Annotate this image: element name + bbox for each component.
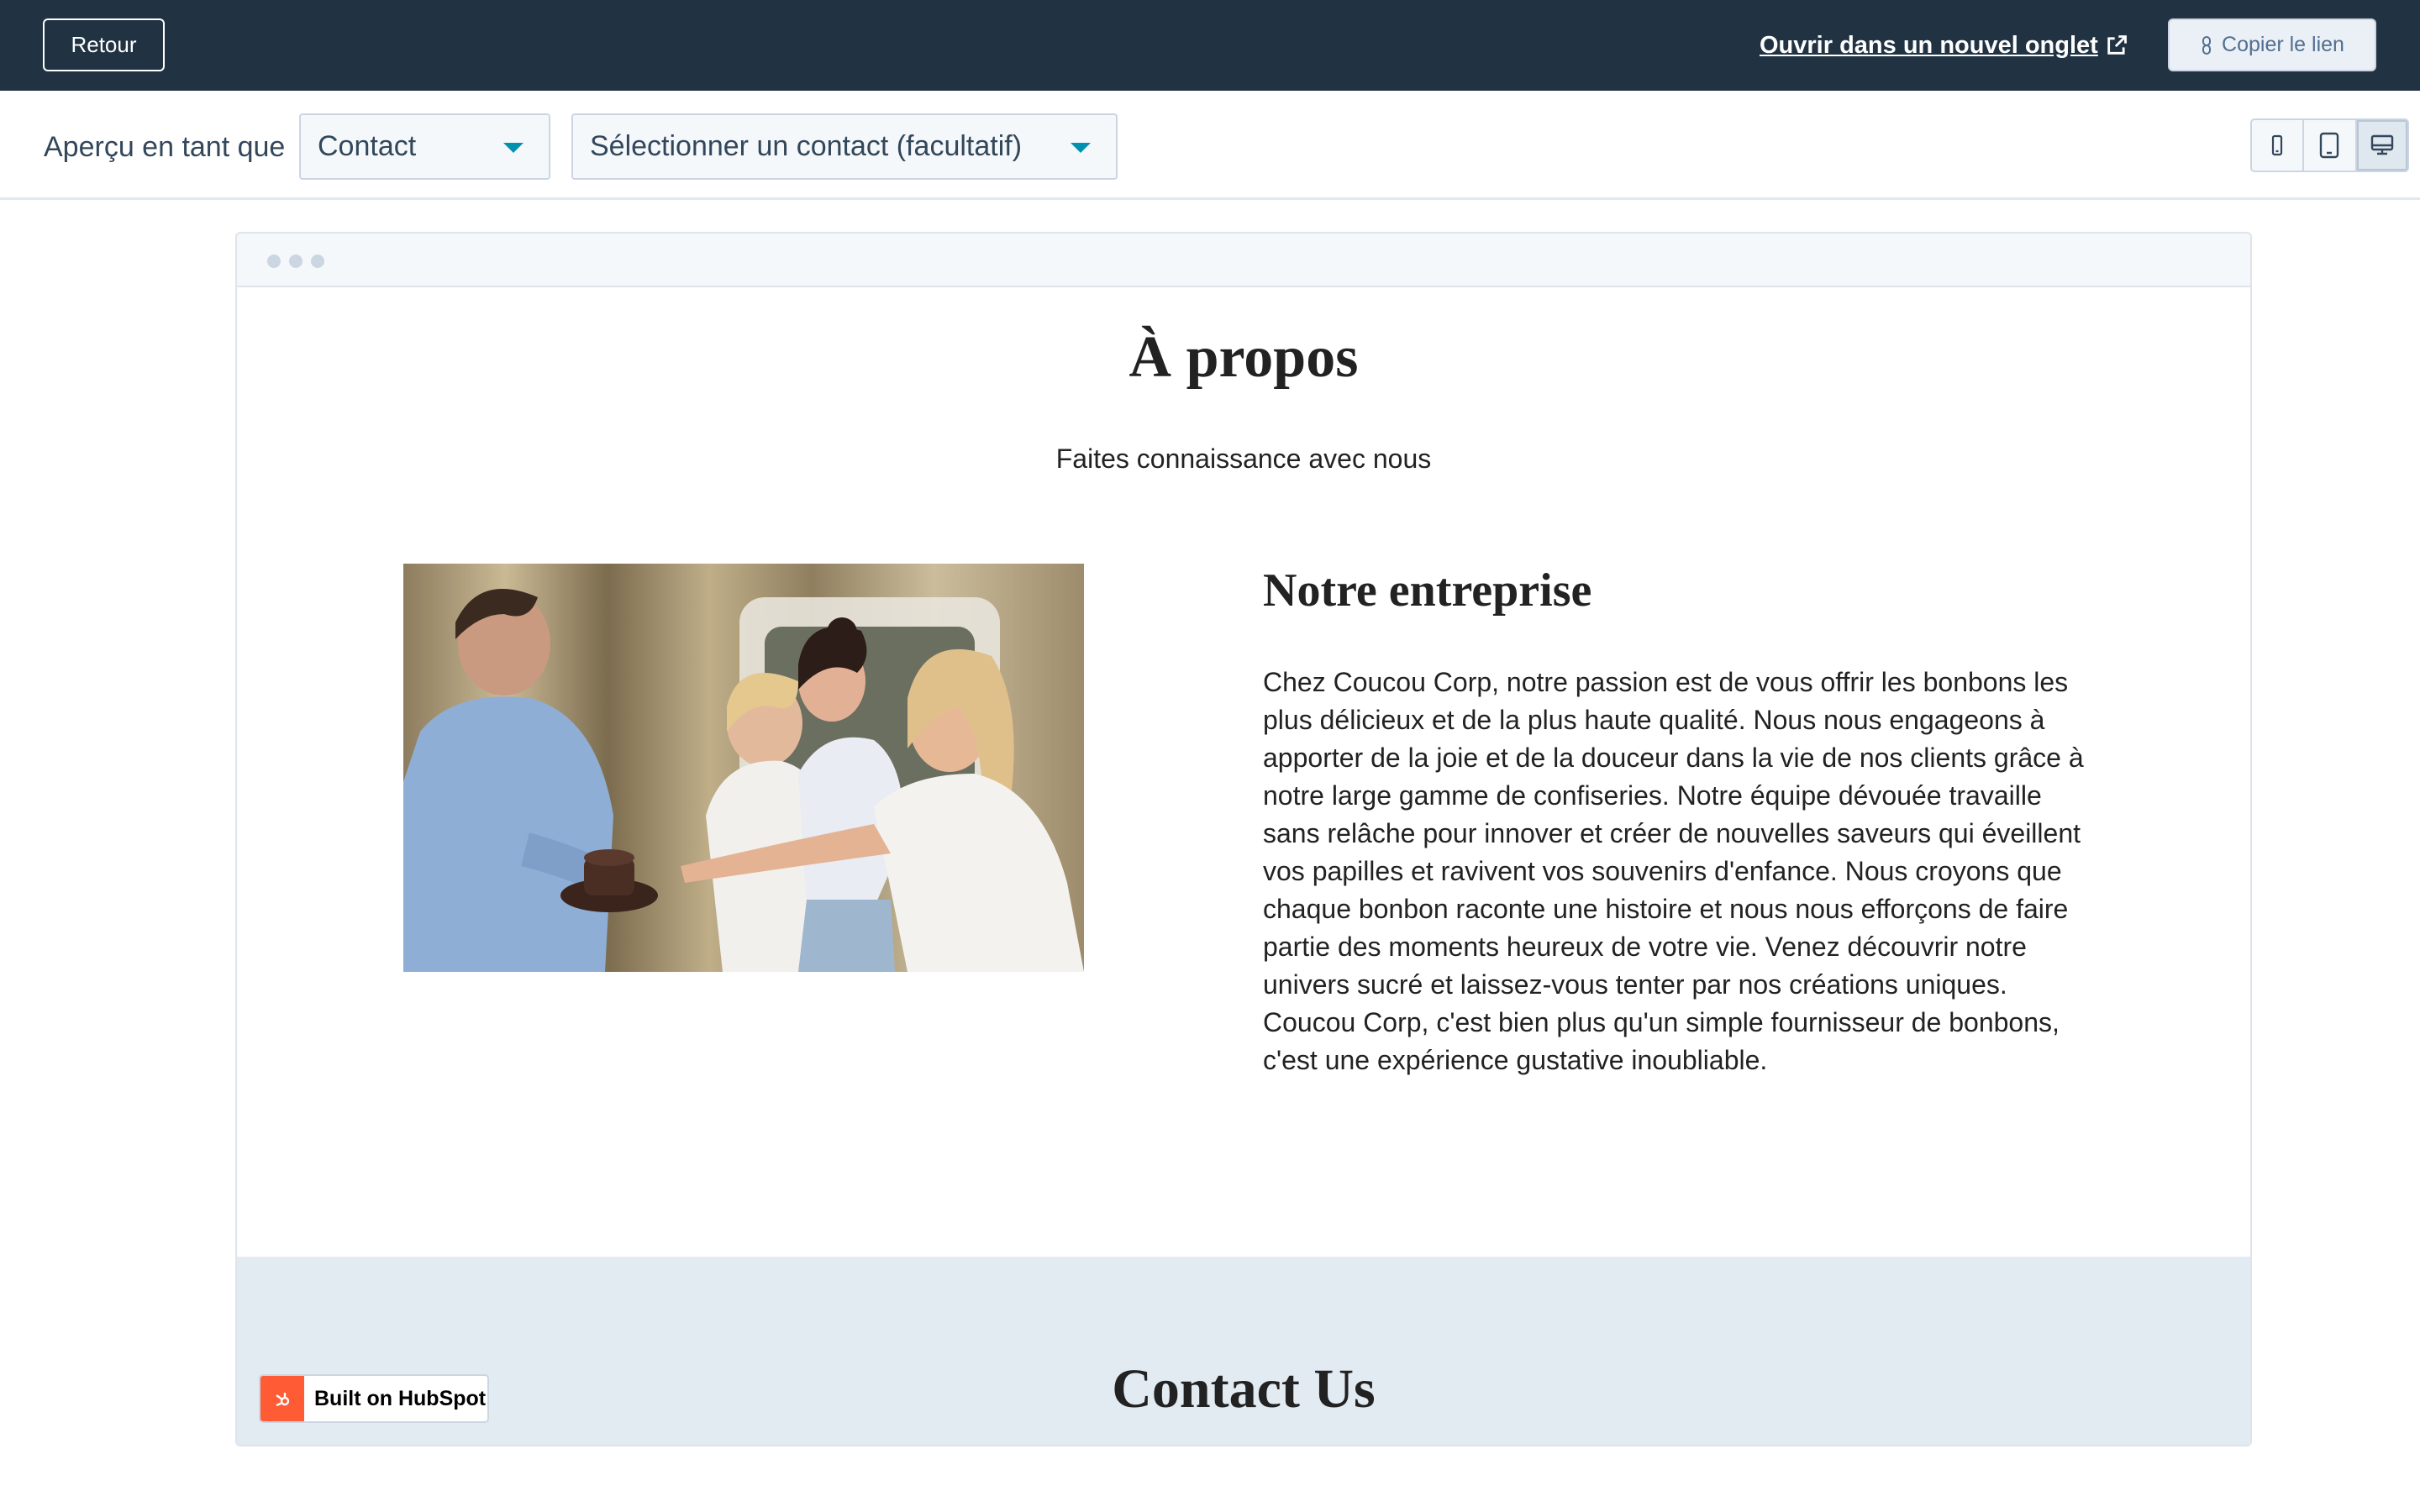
copy-link-button[interactable]: Copier le lien bbox=[2168, 18, 2376, 71]
chevron-down-icon bbox=[1071, 143, 1091, 153]
link-icon bbox=[2202, 35, 2212, 55]
preview-toolbar: Aperçu en tant que Contact Sélectionner … bbox=[0, 91, 2420, 200]
tablet-icon bbox=[2320, 132, 2339, 159]
page-title: À propos bbox=[1128, 325, 1359, 390]
open-new-tab-label: Ouvrir dans un nouvel onglet bbox=[1760, 31, 2098, 59]
desktop-icon bbox=[2370, 134, 2394, 155]
preview-canvas: À propos Faites connaissance avec nous N… bbox=[0, 200, 2420, 1512]
preview-type-value: Contact bbox=[318, 130, 417, 162]
contact-select-value: Sélectionner un contact (facultatif) bbox=[590, 130, 1023, 162]
mobile-icon bbox=[2272, 134, 2283, 156]
section-body: Chez Coucou Corp, notre passion est de v… bbox=[1263, 667, 2084, 1075]
tablet-view-button[interactable] bbox=[2304, 120, 2357, 171]
hubspot-logo-icon bbox=[260, 1376, 304, 1421]
contact-select[interactable]: Sélectionner un contact (facultatif) bbox=[571, 113, 1118, 180]
device-switcher bbox=[2250, 118, 2409, 172]
window-dot-icon bbox=[311, 255, 324, 268]
hubspot-badge-label: Built on HubSpot bbox=[314, 1386, 487, 1410]
preview-type-select[interactable]: Contact bbox=[299, 113, 550, 180]
back-button[interactable]: Retour bbox=[43, 18, 165, 71]
preview-as-label: Aperçu en tant que bbox=[44, 131, 286, 163]
mobile-view-button[interactable] bbox=[2252, 120, 2305, 171]
open-new-tab-link[interactable]: Ouvrir dans un nouvel onglet bbox=[1760, 29, 2128, 62]
browser-frame: À propos Faites connaissance avec nous N… bbox=[235, 232, 2252, 1446]
desktop-view-button[interactable] bbox=[2356, 120, 2407, 171]
external-link-icon bbox=[2107, 35, 2127, 55]
contact-section: Contact Us Built on HubSpot bbox=[237, 1257, 2250, 1445]
window-dot-icon bbox=[267, 255, 281, 268]
browser-chrome bbox=[237, 234, 2250, 287]
copy-link-label: Copier le lien bbox=[2222, 33, 2344, 56]
window-dot-icon bbox=[289, 255, 302, 268]
contact-heading: Contact Us bbox=[1112, 1358, 1376, 1420]
team-photo bbox=[403, 564, 1084, 972]
section-title: Notre entreprise bbox=[1263, 564, 1592, 617]
preview-header: Retour Ouvrir dans un nouvel onglet Copi… bbox=[0, 0, 2420, 91]
chevron-down-icon bbox=[503, 143, 523, 153]
built-on-hubspot-badge[interactable]: Built on HubSpot bbox=[259, 1374, 489, 1423]
page-subtitle: Faites connaissance avec nous bbox=[1055, 444, 1432, 474]
